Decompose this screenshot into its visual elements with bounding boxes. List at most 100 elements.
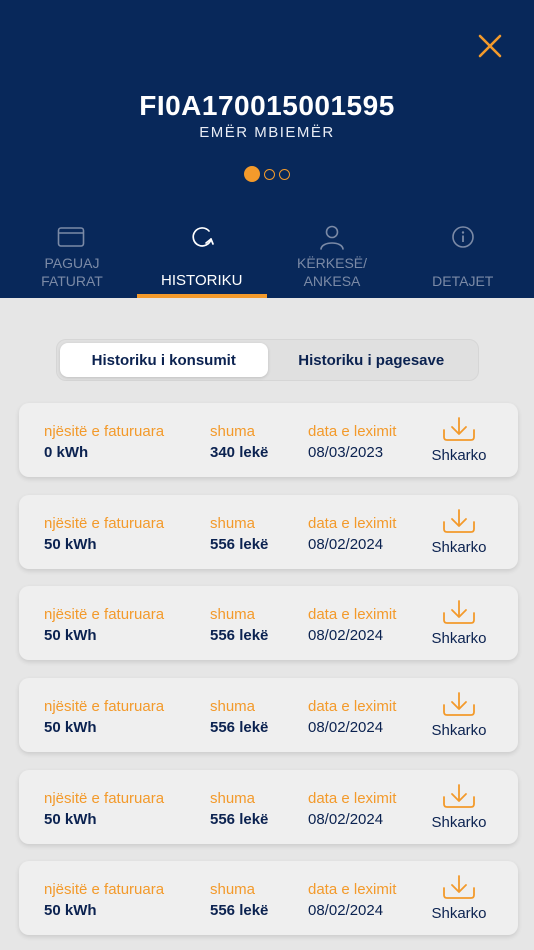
download-label: Shkarko: [431, 447, 487, 464]
tab-request-complaint-label: KËRKESË/ ANKESA: [296, 255, 368, 289]
amount-label: shuma: [210, 790, 256, 807]
consumption-history-segment[interactable]: Historiku i konsumit: [60, 343, 268, 377]
amount-column: shuma 556 lekë: [210, 881, 268, 921]
amount-value: 556 lekë: [210, 536, 269, 553]
page-dot-1[interactable]: [244, 166, 260, 182]
download-label: Shkarko: [431, 630, 487, 647]
info-icon: [451, 226, 474, 248]
reading-date-label: data e leximit: [308, 881, 397, 898]
billed-units-value: 50 kWh: [44, 719, 97, 736]
reading-date-label: data e leximit: [308, 606, 397, 623]
billed-units-value: 0 kWh: [44, 444, 89, 461]
amount-label: shuma: [210, 606, 256, 623]
amount-label: shuma: [210, 881, 256, 898]
reading-date-column: data e leximit 08/02/2024: [308, 881, 396, 921]
download-button[interactable]: Shkarko: [420, 600, 498, 650]
amount-value: 556 lekë: [210, 627, 269, 644]
reading-date-column: data e leximit 08/02/2024: [308, 790, 396, 830]
billed-units-label: njësitë e faturuara: [44, 790, 165, 807]
download-label: Shkarko: [431, 814, 487, 831]
reading-date-label: data e leximit: [308, 423, 397, 440]
download-label: Shkarko: [431, 722, 487, 739]
billed-units-label: njësitë e faturuara: [44, 606, 165, 623]
page-dot-2[interactable]: [264, 168, 275, 180]
billed-units-value: 50 kWh: [44, 627, 97, 644]
billed-units-label: njësitë e faturuara: [44, 515, 165, 532]
billed-units-column: njësitë e faturuara 0 kWh: [44, 423, 164, 463]
tab-bar: PAGUAJ FATURAT HISTORIKU KËRKESË/ ANKESA: [6, 220, 528, 298]
reading-date-value: 08/02/2024: [308, 811, 384, 828]
history-refresh-icon: [192, 227, 214, 247]
amount-label: shuma: [210, 698, 256, 715]
download-icon: [443, 784, 475, 808]
reading-date-value: 08/02/2024: [308, 627, 384, 644]
reading-date-value: 08/02/2024: [308, 719, 384, 736]
download-icon: [443, 509, 475, 533]
billed-units-column: njësitë e faturuara 50 kWh: [44, 790, 164, 830]
reading-date-label: data e leximit: [308, 698, 397, 715]
download-icon: [443, 417, 475, 441]
tab-request-complaint[interactable]: KËRKESË/ ANKESA: [267, 220, 398, 298]
amount-column: shuma 556 lekë: [210, 790, 268, 830]
reading-date-column: data e leximit 08/02/2024: [308, 698, 396, 738]
billed-units-column: njësitë e faturuara 50 kWh: [44, 515, 164, 555]
close-button[interactable]: [472, 28, 508, 64]
tab-pay-bills[interactable]: PAGUAJ FATURAT: [6, 220, 137, 298]
payment-history-segment[interactable]: Historiku i pagesave: [268, 343, 476, 377]
amount-column: shuma 340 lekë: [210, 423, 268, 463]
reading-date-label: data e leximit: [308, 790, 397, 807]
download-button[interactable]: Shkarko: [420, 784, 498, 834]
tab-details-label: DETAJET: [432, 273, 494, 289]
download-button[interactable]: Shkarko: [420, 509, 498, 559]
billed-units-label: njësitë e faturuara: [44, 881, 165, 898]
billed-units-label: njësitë e faturuara: [44, 423, 165, 440]
amount-label: shuma: [210, 515, 256, 532]
download-icon: [443, 600, 475, 624]
amount-column: shuma 556 lekë: [210, 698, 268, 738]
download-icon: [443, 692, 475, 716]
active-tab-indicator: [136, 294, 267, 298]
amount-value: 556 lekë: [210, 719, 269, 736]
reading-date-column: data e leximit 08/02/2024: [308, 606, 396, 646]
download-icon: [443, 875, 475, 899]
credit-card-icon: [57, 227, 85, 247]
close-icon: [478, 34, 502, 58]
bill-record-card: njësitë e faturuara 50 kWh shuma 556 lek…: [19, 861, 518, 935]
bill-record-card: njësitë e faturuara 50 kWh shuma 556 lek…: [19, 770, 518, 844]
page-indicator: [0, 166, 534, 182]
billed-units-value: 50 kWh: [44, 536, 97, 553]
bill-record-card: njësitë e faturuara 50 kWh shuma 556 lek…: [19, 678, 518, 752]
billed-units-column: njësitë e faturuara 50 kWh: [44, 881, 164, 921]
account-holder-name: EMËR MBIEMËR: [199, 124, 335, 141]
history-segmented-control: Historiku i konsumit Historiku i pagesav…: [56, 339, 479, 381]
account-number: FI0A170015001595: [139, 90, 395, 121]
amount-value: 340 lekë: [210, 444, 269, 461]
billed-units-label: njësitë e faturuara: [44, 698, 165, 715]
download-button[interactable]: Shkarko: [420, 692, 498, 742]
account-header: FI0A170015001595 EMËR MBIEMËR PAGUAJ FAT…: [0, 0, 534, 298]
amount-column: shuma 556 lekë: [210, 606, 268, 646]
bill-record-card: njësitë e faturuara 0 kWh shuma 340 lekë…: [19, 403, 518, 477]
tab-history[interactable]: HISTORIKU: [136, 220, 267, 298]
tab-pay-bills-label: PAGUAJ FATURAT: [41, 255, 103, 289]
download-label: Shkarko: [431, 905, 487, 922]
billed-units-value: 50 kWh: [44, 811, 97, 828]
billed-units-value: 50 kWh: [44, 902, 97, 919]
amount-value: 556 lekë: [210, 811, 269, 828]
bill-record-card: njësitë e faturuara 50 kWh shuma 556 lek…: [19, 495, 518, 569]
user-icon: [320, 225, 345, 250]
download-label: Shkarko: [431, 539, 487, 556]
tab-history-label: HISTORIKU: [161, 272, 243, 289]
reading-date-value: 08/02/2024: [308, 902, 384, 919]
download-button[interactable]: Shkarko: [420, 417, 498, 467]
amount-column: shuma 556 lekë: [210, 515, 268, 555]
reading-date-value: 08/03/2023: [308, 444, 384, 461]
amount-value: 556 lekë: [210, 902, 269, 919]
download-button[interactable]: Shkarko: [420, 875, 498, 925]
page-dot-3[interactable]: [279, 168, 290, 180]
reading-date-column: data e leximit 08/03/2023: [308, 423, 396, 463]
reading-date-label: data e leximit: [308, 515, 397, 532]
reading-date-value: 08/02/2024: [308, 536, 384, 553]
tab-details[interactable]: DETAJET: [398, 220, 529, 298]
billed-units-column: njësitë e faturuara 50 kWh: [44, 698, 164, 738]
